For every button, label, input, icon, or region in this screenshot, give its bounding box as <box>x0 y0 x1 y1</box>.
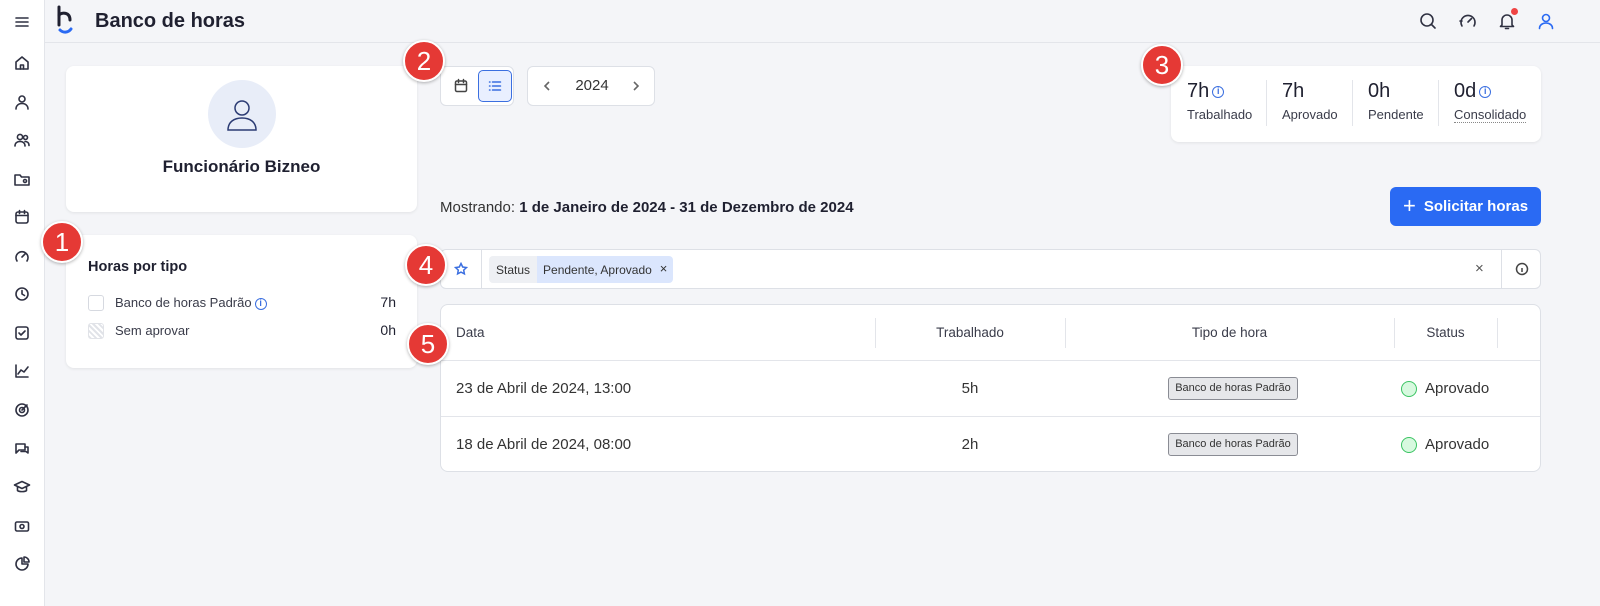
step-marker-4: 4 <box>405 244 447 286</box>
stat-value: 7h <box>1282 80 1305 102</box>
stat-worked: 7h i Trabalhado <box>1187 80 1252 122</box>
hours-by-type-card: Horas por tipo Banco de horas Padrão i 7h… <box>66 235 417 368</box>
info-icon[interactable]: i <box>1212 85 1225 98</box>
stat-pending: 0h Pendente <box>1368 80 1424 122</box>
menu-icon[interactable] <box>13 13 31 31</box>
hours-type-value: 7h <box>380 294 396 310</box>
hours-summary-card: 7h i Trabalhado 7h Aprovado 0h Pendente 0… <box>1171 66 1541 142</box>
step-marker-5: 5 <box>407 323 449 365</box>
calendar-icon <box>454 78 468 93</box>
star-icon <box>454 262 468 276</box>
plus-icon: + <box>1402 192 1416 218</box>
status-approved-icon <box>1401 381 1417 397</box>
info-icon[interactable]: i <box>1479 85 1492 98</box>
chat-icon[interactable] <box>13 440 31 458</box>
filter-key: Status <box>489 256 538 283</box>
chevron-right-icon <box>633 81 640 91</box>
hours-type-row: Banco de horas Padrão i 7h <box>88 294 396 312</box>
speed-icon[interactable] <box>13 247 31 265</box>
hours-type-row: Sem aprovar 0h <box>88 322 396 340</box>
home-icon[interactable] <box>13 54 31 72</box>
speed-icon[interactable] <box>1458 11 1478 31</box>
users-icon[interactable] <box>13 131 31 149</box>
step-marker-1: 1 <box>41 221 83 263</box>
row-status: Aprovado <box>1425 436 1490 453</box>
list-view-button[interactable] <box>478 70 512 102</box>
legend-swatch-hatched <box>88 323 104 339</box>
legend-swatch <box>88 295 104 311</box>
hours-type-value: 0h <box>380 322 396 338</box>
info-icon <box>1515 262 1529 276</box>
hours-type-label: Sem aprovar <box>115 323 190 338</box>
date-range-summary: Mostrando: 1 de Janeiro de 2024 - 31 de … <box>440 199 854 216</box>
row-date: 23 de Abril de 2024, 13:00 <box>456 380 632 397</box>
column-header-date[interactable]: Data <box>456 325 485 340</box>
hours-by-type-title: Horas por tipo <box>88 259 188 275</box>
step-marker-2: 2 <box>403 40 445 82</box>
row-worked: 5h <box>961 380 979 397</box>
sidebar <box>0 0 45 606</box>
stat-value: 0h <box>1368 80 1391 102</box>
request-hours-button[interactable]: + Solicitar horas <box>1390 187 1541 226</box>
stat-label: Pendente <box>1368 107 1424 122</box>
user-icon <box>227 100 257 131</box>
request-hours-label: Solicitar horas <box>1423 198 1529 215</box>
app-logo[interactable] <box>55 5 79 37</box>
clear-filters-button[interactable]: × <box>1475 260 1484 277</box>
stat-consolidated: 0d i Consolidado <box>1454 80 1527 124</box>
money-icon[interactable] <box>13 517 31 535</box>
column-header-status[interactable]: Status <box>1394 325 1497 340</box>
row-date: 18 de Abril de 2024, 08:00 <box>456 436 632 453</box>
stat-value: 7h <box>1187 80 1210 102</box>
info-icon[interactable]: i <box>254 297 267 310</box>
calendar-icon[interactable] <box>13 208 31 226</box>
page-title: Banco de horas <box>95 10 246 32</box>
remove-filter-icon[interactable]: × <box>660 261 668 283</box>
date-range-value: 1 de Janeiro de 2024 - 31 de Dezembro de… <box>519 199 854 216</box>
hour-type-tag: Banco de horas Padrão <box>1168 433 1298 456</box>
filter-value: Pendente, Aprovado <box>543 263 652 277</box>
stat-label: Aprovado <box>1282 107 1338 122</box>
chart-icon[interactable] <box>13 362 31 380</box>
avatar <box>208 80 276 148</box>
folder-user-icon[interactable] <box>13 170 31 188</box>
graduation-icon[interactable] <box>13 478 31 496</box>
hours-table: Data Trabalhado Tipo de hora Status 23 d… <box>440 304 1541 472</box>
filter-bar: Status Pendente, Aprovado × × <box>440 249 1541 289</box>
status-filter-chip[interactable]: Status Pendente, Aprovado × <box>489 256 674 283</box>
target-icon[interactable] <box>13 401 31 419</box>
stat-approved: 7h Aprovado <box>1282 80 1338 122</box>
favorite-filter-button[interactable] <box>441 250 482 288</box>
stat-label: Trabalhado <box>1187 107 1253 122</box>
year-navigator: 2024 <box>527 66 655 106</box>
stat-value: 0d <box>1454 80 1477 102</box>
hours-type-label: Banco de horas Padrão <box>115 295 252 310</box>
pie-chart-icon[interactable] <box>13 555 31 573</box>
calendar-view-button[interactable] <box>444 70 478 102</box>
profile-card: Funcionário Bizneo <box>66 66 417 212</box>
hour-type-tag: Banco de horas Padrão <box>1168 377 1298 400</box>
row-worked: 2h <box>961 436 979 453</box>
next-year-button[interactable] <box>627 77 645 95</box>
user-icon[interactable] <box>13 93 31 111</box>
view-toggle <box>440 66 514 106</box>
notification-badge <box>1511 8 1518 15</box>
stat-label[interactable]: Consolidado <box>1454 107 1527 123</box>
date-range-prefix: Mostrando: <box>440 199 516 216</box>
list-icon <box>488 81 502 91</box>
clock-icon[interactable] <box>13 285 31 303</box>
employee-name: Funcionário Bizneo <box>162 157 321 176</box>
column-header-worked[interactable]: Trabalhado <box>875 325 1065 340</box>
search-icon[interactable] <box>1418 11 1438 31</box>
step-marker-3: 3 <box>1141 44 1183 86</box>
column-header-type[interactable]: Tipo de hora <box>1065 325 1394 340</box>
row-status: Aprovado <box>1425 380 1490 397</box>
status-approved-icon <box>1401 437 1417 453</box>
topbar: Banco de horas <box>45 0 1600 43</box>
bell-icon[interactable] <box>1497 8 1518 31</box>
checklist-icon[interactable] <box>13 324 31 342</box>
profile-icon[interactable] <box>1536 11 1556 31</box>
filter-info-button[interactable] <box>1501 250 1542 288</box>
